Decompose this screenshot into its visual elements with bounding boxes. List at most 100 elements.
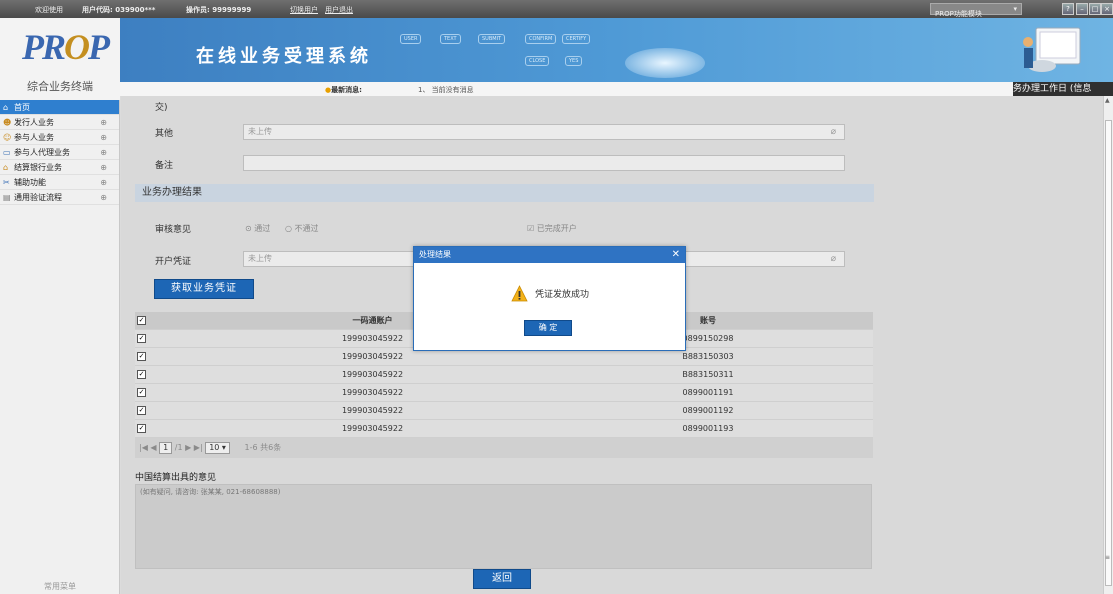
select-all-checkbox[interactable]: ✓ xyxy=(137,316,146,325)
row-checkbox[interactable]: ✓ xyxy=(137,370,146,379)
pass-radio[interactable]: ⊙ 通过 xyxy=(245,223,270,234)
flow-step: CERTIFY xyxy=(562,34,591,44)
tool-icon: ✂ xyxy=(3,178,10,187)
row-checkbox[interactable]: ✓ xyxy=(137,424,146,433)
get-voucher-button[interactable]: 获取业务凭证 xyxy=(154,279,254,299)
page-size-value: 10 xyxy=(209,443,220,452)
dialog-title: 处理结果 xyxy=(419,250,451,259)
operator-id: 操作员: 99999999 xyxy=(186,6,252,14)
row-checkbox[interactable]: ✓ xyxy=(137,388,146,397)
back-button[interactable]: 返回 xyxy=(473,569,531,589)
table-cell: 199903045922 xyxy=(341,424,404,433)
switch-user-link[interactable]: 切换用户 xyxy=(290,5,318,15)
sidebar-item-participant[interactable]: ☺ 参与人业务 ⊕ xyxy=(0,130,119,145)
home-icon: ⌂ xyxy=(3,103,9,112)
opinion-box: (如有疑问, 请咨询: 张某某, 021-68608888) xyxy=(135,484,872,569)
table-row[interactable]: ✓ 199903045922 0899001192 xyxy=(135,402,873,420)
scroll-up-icon[interactable]: ▲ xyxy=(1105,97,1110,104)
first-page-icon[interactable]: |◀ xyxy=(139,443,148,452)
scrollbar[interactable]: ▲ ≡ xyxy=(1103,96,1113,594)
table-cell: 199903045922 xyxy=(341,388,404,397)
flow-step: SUBMIT xyxy=(478,34,506,44)
expand-icon[interactable]: ⊕ xyxy=(100,115,107,130)
attachment-icon[interactable]: ⌀ xyxy=(831,252,836,266)
other-field[interactable]: 未上传 ⌀ xyxy=(243,124,845,140)
close-icon[interactable]: × xyxy=(1101,3,1113,15)
module-select[interactable]: PROP功能模块 ▾ xyxy=(930,3,1022,18)
opinion-title: 中国结算出具的意见 xyxy=(135,473,217,483)
row-checkbox[interactable]: ✓ xyxy=(137,334,146,343)
news-bar: 最新消息: 1、 当前没有消息 务办理工作日 (信息 xyxy=(120,82,1113,96)
computer-illustration-icon xyxy=(1023,27,1081,72)
sidebar-item-label: 参与人业务 xyxy=(14,133,54,142)
table-row[interactable]: ✓ 199903045922 0899001193 xyxy=(135,420,873,438)
result-dialog: 处理结果 ✕ 凭证发放成功 确 定 xyxy=(413,246,686,351)
table-cell: B883150311 xyxy=(682,370,734,379)
scroll-grip-icon[interactable]: ≡ xyxy=(1105,554,1110,561)
paren-text: 交) xyxy=(155,103,168,113)
sidebar-item-bank[interactable]: ⌂ 结算银行业务 ⊕ xyxy=(0,160,119,175)
sidebar-item-tools[interactable]: ✂ 辅助功能 ⊕ xyxy=(0,175,119,190)
expand-icon[interactable]: ⊕ xyxy=(100,190,107,205)
scrollbar-thumb[interactable] xyxy=(1105,120,1112,586)
news-message[interactable]: 1、 当前没有消息 xyxy=(418,85,474,95)
expand-icon[interactable]: ⊕ xyxy=(100,130,107,145)
voucher-label: 开户凭证 xyxy=(155,257,192,267)
page-input[interactable]: 1 xyxy=(159,442,173,454)
sidebar-item-label: 辅助功能 xyxy=(14,178,46,187)
expand-icon[interactable]: ⊕ xyxy=(100,175,107,190)
maximize-icon[interactable]: □ xyxy=(1089,3,1101,15)
system-title: 在线业务受理系统 xyxy=(196,46,372,67)
minimize-icon[interactable]: – xyxy=(1076,3,1088,15)
table-cell: 0899001192 xyxy=(682,406,734,415)
pager: |◀ ◀ 1 /1 ▶ ▶| 10 ▾ 1-6 共6条 xyxy=(135,438,873,458)
fail-radio-label: 不通过 xyxy=(294,224,319,233)
next-page-icon[interactable]: ▶ xyxy=(185,443,191,452)
common-menu-label[interactable]: 常用菜单 xyxy=(0,581,120,592)
sidebar-item-issuer[interactable]: ☻ 发行人业务 ⊕ xyxy=(0,115,119,130)
close-icon[interactable]: ✕ xyxy=(672,247,680,263)
page-size-select[interactable]: 10 ▾ xyxy=(205,442,230,454)
welcome-text: 欢迎使用 xyxy=(35,6,63,14)
expand-icon[interactable]: ⊕ xyxy=(100,145,107,160)
expand-icon[interactable]: ⊕ xyxy=(100,160,107,175)
other-label: 其他 xyxy=(155,129,174,139)
flow-step: TEXT xyxy=(440,34,461,44)
top-bar: 欢迎使用 用户代码: 039900*** 操作员: 99999999 切换用户 … xyxy=(0,0,1113,18)
flow-step: CLOSE xyxy=(525,56,550,66)
help-icon[interactable]: ? xyxy=(1062,3,1074,15)
ok-button[interactable]: 确 定 xyxy=(524,320,572,336)
sidebar-item-verify[interactable]: ▤ 通用验证流程 ⊕ xyxy=(0,190,119,205)
remark-field[interactable] xyxy=(243,155,845,171)
remark-label: 备注 xyxy=(155,161,174,171)
person-icon: ☻ xyxy=(3,118,12,127)
flow-step: USER xyxy=(400,34,422,44)
flow-step: YES xyxy=(565,56,583,66)
monitor-icon: ▭ xyxy=(3,148,11,157)
attachment-icon[interactable]: ⌀ xyxy=(831,125,836,139)
sidebar-item-label: 结算银行业务 xyxy=(14,163,62,172)
prev-page-icon[interactable]: ◀ xyxy=(150,443,156,452)
sidebar-item-agent[interactable]: ▭ 参与人代理业务 ⊕ xyxy=(0,145,119,160)
pager-info: 1-6 共6条 xyxy=(244,443,282,452)
sidebar-item-home[interactable]: ⌂ 首页 xyxy=(0,100,119,115)
voucher-field-value: 未上传 xyxy=(248,254,272,263)
bank-icon: ⌂ xyxy=(3,163,9,172)
table-row[interactable]: ✓ 199903045922 B883150311 xyxy=(135,366,873,384)
row-checkbox[interactable]: ✓ xyxy=(137,406,146,415)
dialog-message: 凭证发放成功 xyxy=(535,290,590,300)
flow-step: CONFIRM xyxy=(525,34,557,44)
row-checkbox[interactable]: ✓ xyxy=(137,352,146,361)
table-cell: 199903045922 xyxy=(341,406,404,415)
prop-logo: PROP xyxy=(22,27,110,67)
warning-icon xyxy=(511,285,528,302)
marquee-text: 务办理工作日 (信息 xyxy=(1013,82,1113,96)
logout-link[interactable]: 用户退出 xyxy=(325,5,353,15)
last-page-icon[interactable]: ▶| xyxy=(194,443,203,452)
table-row[interactable]: ✓ 199903045922 0899001191 xyxy=(135,384,873,402)
fail-radio[interactable]: ○ 不通过 xyxy=(285,223,319,234)
sidebar-item-label: 通用验证流程 xyxy=(14,193,62,202)
opened-checkbox[interactable]: ☑ 已完成开户 xyxy=(527,223,577,234)
news-label: 最新消息: xyxy=(325,85,362,95)
page-total: /1 xyxy=(174,443,183,452)
